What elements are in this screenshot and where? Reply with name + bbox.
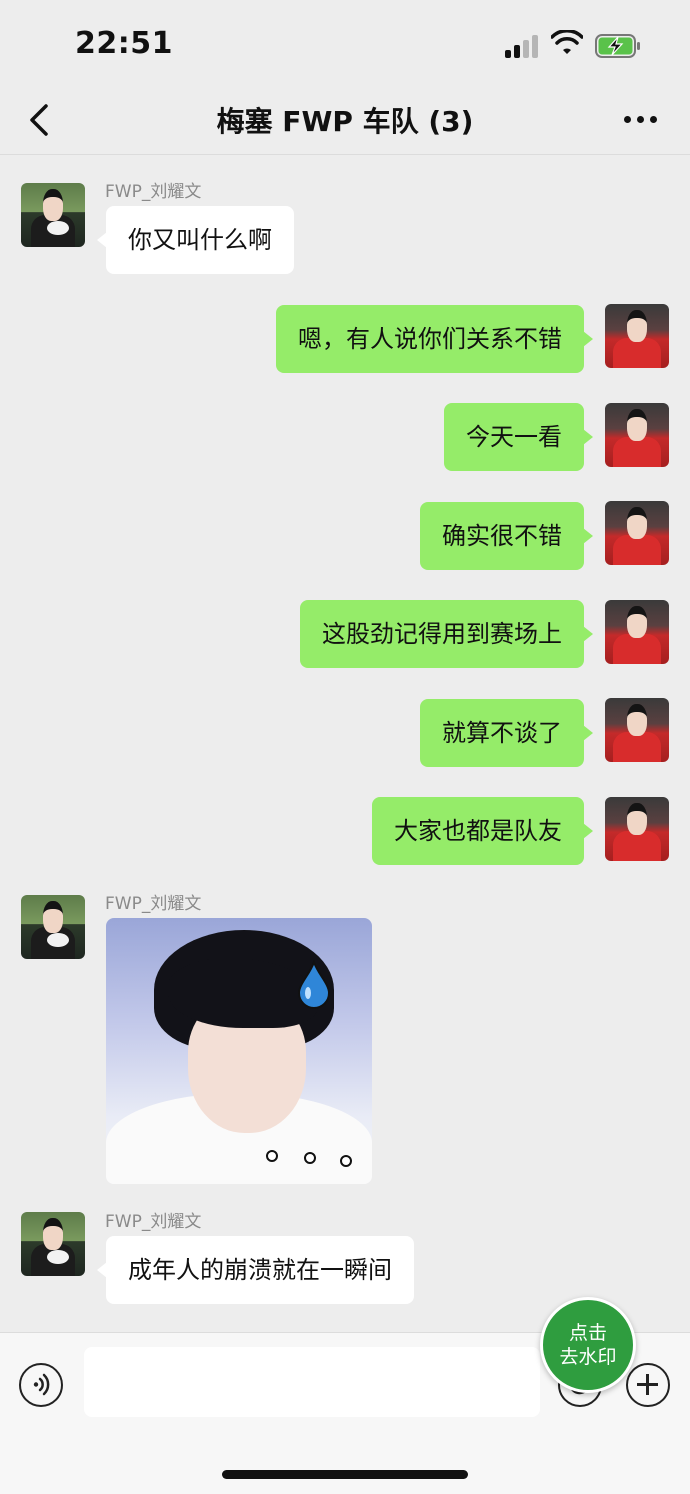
- voice-icon[interactable]: [19, 1363, 63, 1407]
- wifi-icon: [551, 30, 583, 54]
- chat-header: 梅塞 FWP 车队 (3): [0, 88, 690, 155]
- message-bubble[interactable]: 这股劲记得用到赛场上: [300, 600, 593, 668]
- chat-title: 梅塞 FWP 车队 (3): [216, 105, 474, 138]
- message-bubble[interactable]: 今天一看: [444, 403, 593, 471]
- more-dots-icon[interactable]: [620, 104, 660, 134]
- avatar[interactable]: [605, 698, 669, 762]
- avatar[interactable]: [605, 600, 669, 664]
- message-bubble[interactable]: 就算不谈了: [420, 699, 593, 767]
- sweat-drop-icon: [297, 960, 331, 1009]
- avatar[interactable]: [21, 1212, 85, 1276]
- sender-name: FWP_刘耀文: [105, 894, 202, 914]
- remove-watermark-label-line2: 去水印: [559, 1346, 617, 1368]
- cellular-signal-icon: [505, 34, 541, 58]
- message-bubble[interactable]: 确实很不错: [420, 502, 593, 570]
- sender-name: FWP_刘耀文: [105, 182, 202, 202]
- home-indicator[interactable]: [222, 1470, 468, 1479]
- sender-name: FWP_刘耀文: [105, 1212, 202, 1232]
- avatar[interactable]: [605, 304, 669, 368]
- plus-icon[interactable]: [626, 1363, 670, 1407]
- status-bar: 22:51: [0, 0, 690, 88]
- remove-watermark-label-line1: 点击: [568, 1322, 607, 1344]
- battery-charging-icon: [595, 34, 640, 58]
- remove-watermark-button[interactable]: 点击 去水印: [540, 1297, 636, 1393]
- avatar[interactable]: [21, 183, 85, 247]
- message-bubble[interactable]: 大家也都是队友: [372, 797, 593, 865]
- message-bubble[interactable]: 你又叫什么啊: [97, 206, 294, 274]
- message-input[interactable]: [84, 1347, 540, 1417]
- message-bubble[interactable]: 成年人的崩溃就在一瞬间: [97, 1236, 414, 1304]
- sticker-image[interactable]: [106, 918, 372, 1184]
- avatar[interactable]: [605, 797, 669, 861]
- status-time: 22:51: [75, 26, 173, 61]
- avatar[interactable]: [605, 501, 669, 565]
- message-bubble[interactable]: 嗯，有人说你们关系不错: [276, 305, 593, 373]
- avatar[interactable]: [605, 403, 669, 467]
- avatar[interactable]: [21, 895, 85, 959]
